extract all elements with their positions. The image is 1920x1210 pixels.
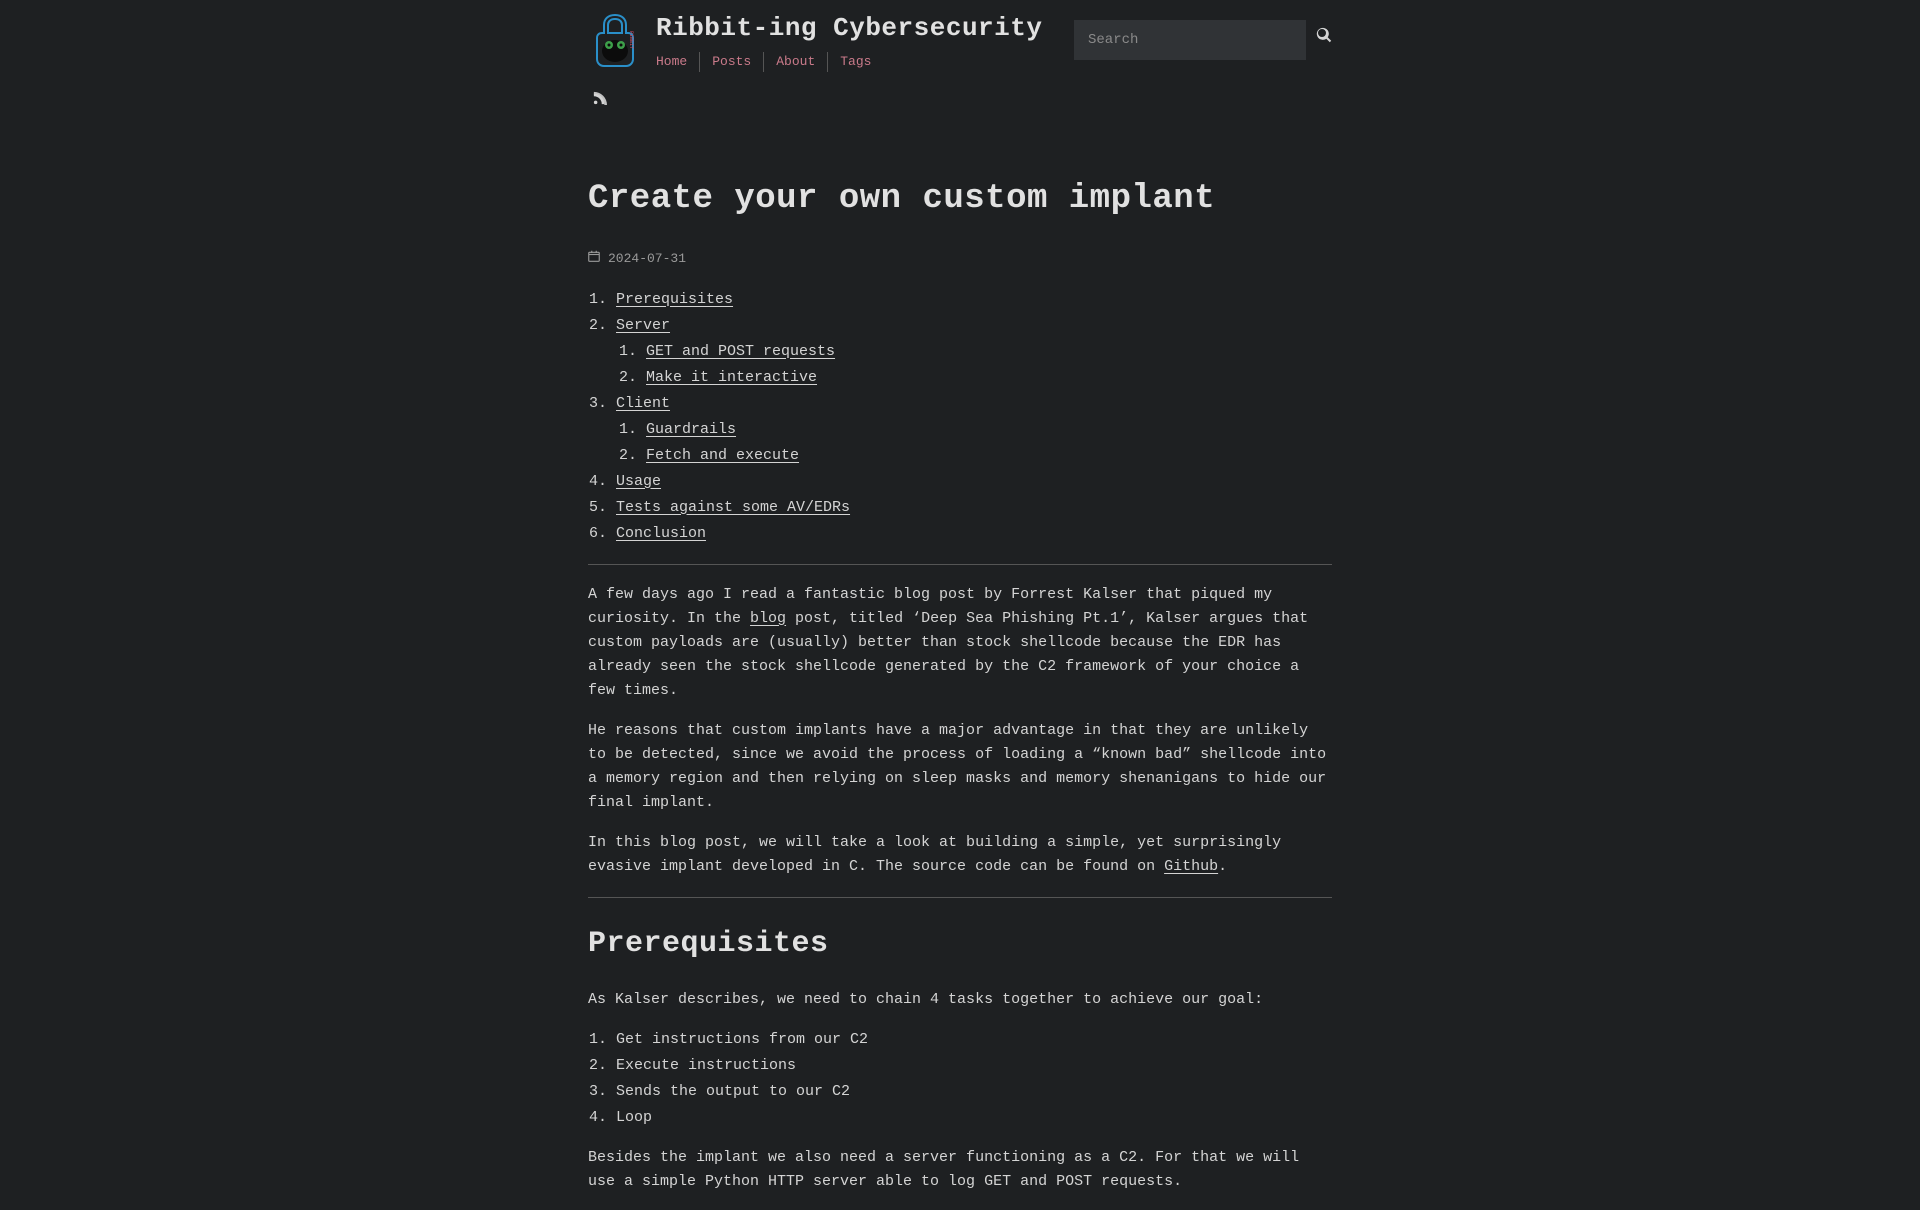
search-wrap (1074, 20, 1332, 60)
site-logo[interactable]: RIBBIT (588, 9, 642, 71)
toc-link-interactive[interactable]: Make it interactive (646, 369, 817, 386)
toc-item: Prerequisites (616, 288, 1332, 312)
toc-item: Fetch and execute (646, 444, 1332, 468)
toc-item: Client Guardrails Fetch and execute (616, 392, 1332, 468)
calendar-icon (588, 249, 600, 270)
section-prerequisites-title: Prerequisites (588, 920, 1332, 968)
section-prerequisites-body: As Kalser describes, we need to chain 4 … (588, 988, 1332, 1194)
post-content: A few days ago I read a fantastic blog p… (588, 583, 1332, 879)
github-link[interactable]: Github (1164, 858, 1218, 875)
toc-link-get-post[interactable]: GET and POST requests (646, 343, 835, 360)
search-input[interactable] (1074, 20, 1306, 60)
task-list: Get instructions from our C2 Execute ins… (588, 1028, 1332, 1130)
toc-item: Server GET and POST requests Make it int… (616, 314, 1332, 390)
intro-paragraph-2: He reasons that custom implants have a m… (588, 719, 1332, 815)
post-meta: 2024-07-31 (588, 249, 1332, 270)
list-item: Loop (616, 1106, 1332, 1130)
toc-link-conclusion[interactable]: Conclusion (616, 525, 706, 542)
list-item: Sends the output to our C2 (616, 1080, 1332, 1104)
site-title[interactable]: Ribbit-ing Cybersecurity (656, 8, 1042, 50)
nav-tags[interactable]: Tags (828, 52, 883, 73)
header-left: RIBBIT Ribbit-ing Cybersecurity Home Pos… (588, 8, 1042, 72)
rss-row (588, 72, 1332, 114)
site-header: RIBBIT Ribbit-ing Cybersecurity Home Pos… (588, 0, 1332, 72)
toc-link-fetch-execute[interactable]: Fetch and execute (646, 447, 799, 464)
text-span: . (1218, 858, 1227, 875)
rss-icon[interactable] (593, 93, 607, 110)
divider (588, 564, 1332, 565)
list-item: Execute instructions (616, 1054, 1332, 1078)
main-nav: Home Posts About Tags (656, 52, 1042, 73)
search-icon[interactable] (1316, 27, 1332, 53)
post-title: Create your own custom implant (588, 172, 1332, 226)
divider (588, 897, 1332, 898)
blog-link[interactable]: blog (750, 610, 786, 627)
toc-link-prerequisites[interactable]: Prerequisites (616, 291, 733, 308)
prereq-outro: Besides the implant we also need a serve… (588, 1146, 1332, 1194)
nav-home[interactable]: Home (656, 52, 700, 73)
toc-link-usage[interactable]: Usage (616, 473, 661, 490)
toc-item: Tests against some AV/EDRs (616, 496, 1332, 520)
list-item: Get instructions from our C2 (616, 1028, 1332, 1052)
title-nav-block: Ribbit-ing Cybersecurity Home Posts Abou… (656, 8, 1042, 72)
toc-link-guardrails[interactable]: Guardrails (646, 421, 736, 438)
toc-item: Conclusion (616, 522, 1332, 546)
post-date: 2024-07-31 (608, 249, 686, 270)
nav-posts[interactable]: Posts (700, 52, 764, 73)
svg-text:RIBBIT: RIBBIT (628, 31, 634, 49)
toc-item: Guardrails (646, 418, 1332, 442)
toc-link-tests[interactable]: Tests against some AV/EDRs (616, 499, 850, 516)
toc-link-server[interactable]: Server (616, 317, 670, 334)
intro-paragraph-3: In this blog post, we will take a look a… (588, 831, 1332, 879)
toc-item: Make it interactive (646, 366, 1332, 390)
intro-paragraph-1: A few days ago I read a fantastic blog p… (588, 583, 1332, 703)
nav-about[interactable]: About (764, 52, 828, 73)
prereq-intro: As Kalser describes, we need to chain 4 … (588, 988, 1332, 1012)
table-of-contents: Prerequisites Server GET and POST reques… (588, 288, 1332, 546)
toc-item: Usage (616, 470, 1332, 494)
toc-link-client[interactable]: Client (616, 395, 670, 412)
toc-item: GET and POST requests (646, 340, 1332, 364)
